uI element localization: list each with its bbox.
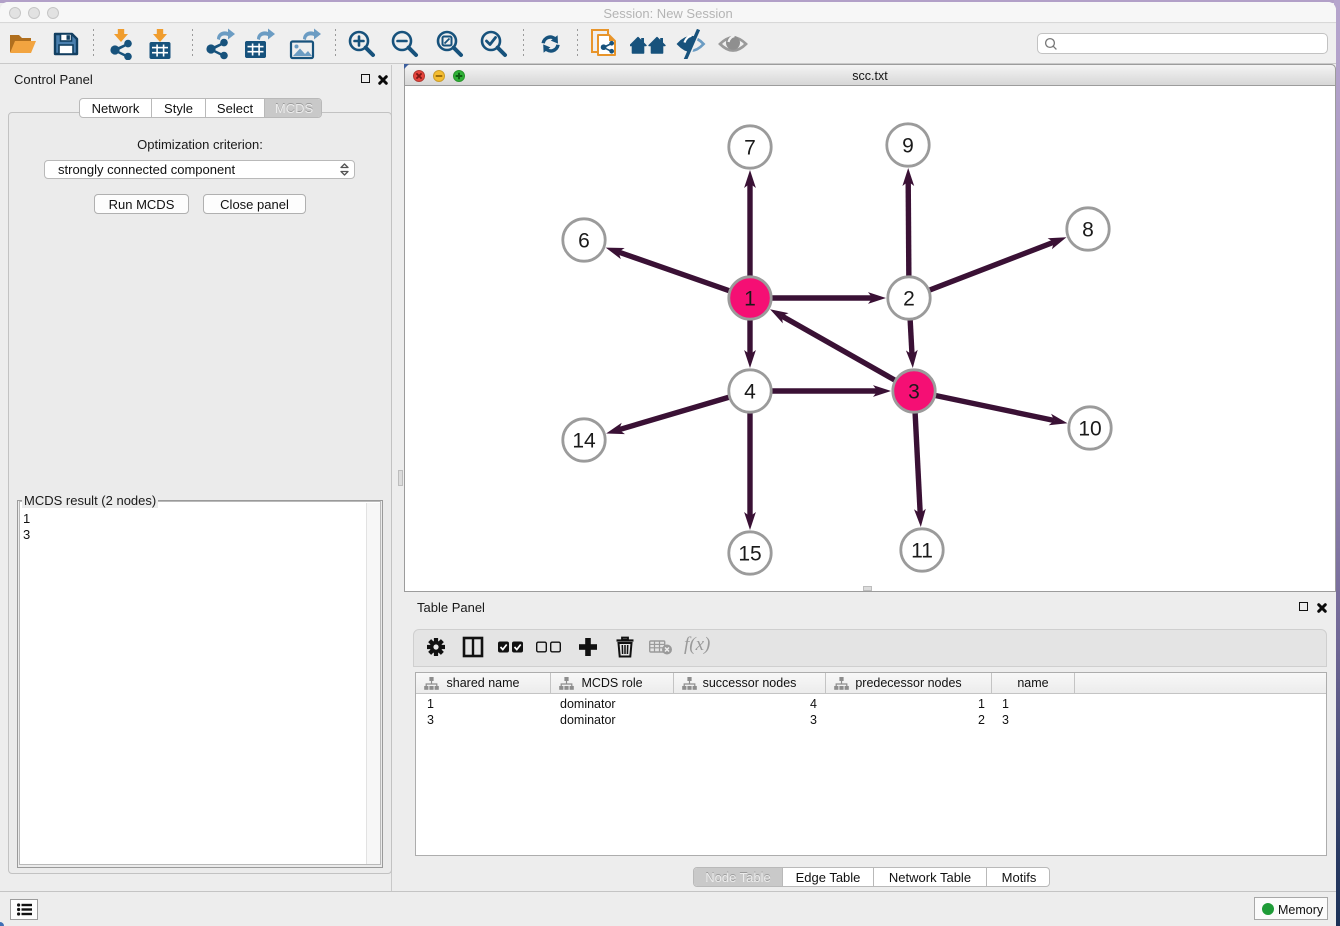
svg-text:2: 2 (903, 288, 915, 311)
svg-text:4: 4 (744, 381, 756, 404)
svg-text:11: 11 (911, 540, 933, 563)
svg-text:14: 14 (572, 430, 596, 453)
svg-text:10: 10 (1078, 418, 1101, 441)
svg-text:7: 7 (744, 137, 756, 160)
svg-text:15: 15 (738, 543, 761, 566)
svg-text:6: 6 (578, 230, 590, 253)
svg-text:9: 9 (902, 135, 914, 158)
svg-text:8: 8 (1082, 219, 1094, 242)
svg-text:1: 1 (744, 288, 756, 311)
svg-text:3: 3 (908, 381, 920, 404)
